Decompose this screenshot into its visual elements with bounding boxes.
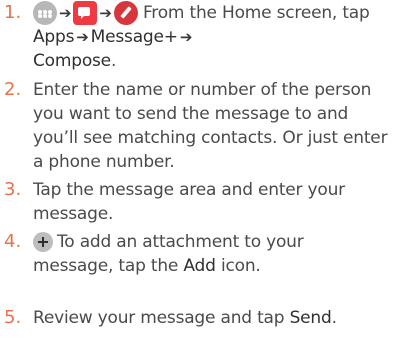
apps-label: Apps [33, 27, 75, 47]
compose-icon [113, 1, 138, 25]
add-icon [33, 232, 53, 252]
step-number: 5. [4, 307, 22, 328]
message-plus-icon [73, 1, 98, 25]
compose-label: Compose [33, 51, 111, 71]
message-plus-label: Message+ [90, 27, 178, 47]
step-5-intro: Review your message and tap [33, 308, 285, 328]
arrow-icon: ➔ [99, 4, 112, 22]
step-text: Review your message and tap Send. [33, 306, 388, 330]
arrow-icon: ➔ [59, 4, 72, 22]
step-number: 4. [4, 231, 22, 252]
step-1-intro: From the Home screen, tap [142, 3, 370, 23]
step-text: ➔ ➔ From the Home screen, tap Apps ➔ Messag… [33, 1, 388, 73]
add-label: Add [183, 256, 216, 276]
step-1-end: . [110, 51, 117, 71]
step-4-intro: To add an attachment to your message, ta… [33, 232, 304, 276]
step-4-end: icon. [220, 256, 261, 276]
step-number: 3. [4, 179, 22, 200]
arrow-icon: ➔ [179, 28, 193, 46]
apps-icon [33, 1, 57, 25]
step-5-end: . [331, 308, 337, 328]
arrow-icon: ➔ [76, 28, 89, 46]
step-text: To add an attachment to your message, ta… [33, 230, 388, 278]
step-number: 1. [4, 2, 22, 23]
step-text: Enter the name or number of the person y… [33, 80, 388, 172]
step-number: 2. [4, 79, 22, 100]
step-text: Tap the message area and enter your mess… [33, 180, 345, 224]
send-label: Send [289, 308, 332, 328]
